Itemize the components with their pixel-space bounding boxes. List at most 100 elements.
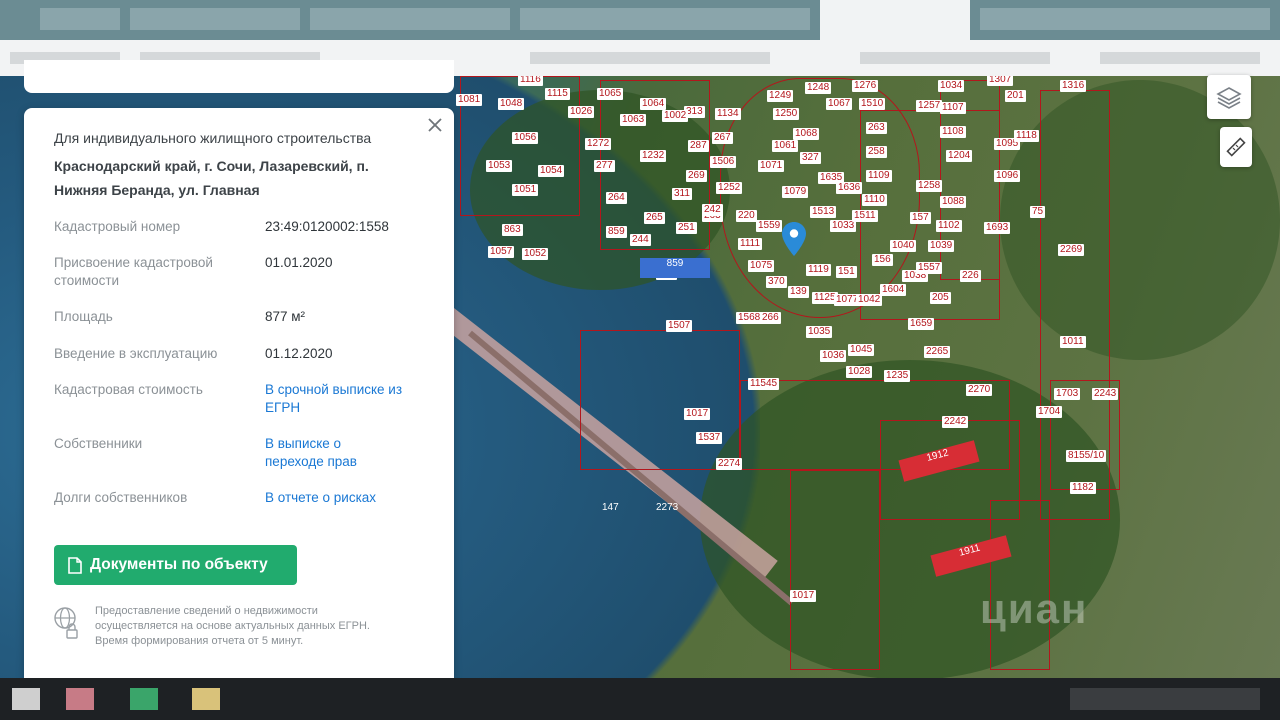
parcel-label: 139	[788, 286, 809, 298]
parcel-label: 11545	[748, 378, 780, 390]
documents-button[interactable]: Документы по объекту	[54, 545, 297, 585]
parcel-label: 1107	[940, 102, 966, 114]
building-label: 859	[666, 258, 684, 269]
parcel-label: 1119	[806, 264, 831, 276]
parcel-label: 1034	[938, 80, 965, 92]
parcel-label: 1108	[940, 126, 966, 138]
system-tray[interactable]	[1070, 688, 1260, 710]
parcel-label: 1557	[916, 262, 943, 274]
parcel-label: 1081	[456, 94, 483, 106]
parcel-label: 1067	[826, 98, 853, 110]
parcel-label: 1102	[936, 220, 962, 232]
taskbar	[0, 678, 1280, 720]
parcel-label: 1088	[940, 196, 967, 208]
urgent-extract-link[interactable]: В срочной выписке из ЕГРН	[265, 381, 435, 417]
parcel-label: 1316	[1060, 80, 1087, 92]
ruler-button[interactable]	[1220, 127, 1252, 167]
parcel-label: 157	[910, 212, 931, 224]
parcel-label: 863	[502, 224, 523, 236]
parcel-label: 265	[644, 212, 665, 224]
blurred-tab[interactable]	[310, 8, 510, 30]
blurred-nav[interactable]	[1100, 52, 1260, 64]
blurred-nav[interactable]	[860, 52, 1050, 64]
map-pin-icon[interactable]	[782, 222, 806, 256]
parcel-label: 1506	[710, 156, 737, 168]
parcel-label: 226	[960, 270, 981, 282]
parcel-label: 1054	[538, 165, 565, 177]
layers-button[interactable]	[1207, 75, 1251, 119]
parcel-label: 1017	[684, 408, 711, 420]
blurred-tab[interactable]	[980, 8, 1270, 30]
parcel-label: 1258	[916, 180, 943, 192]
row-key: Долги собственников	[54, 490, 188, 505]
parcel-label: 1510	[859, 98, 886, 110]
parcel-label: 242	[702, 204, 723, 216]
row-valuation-date: Присвоение кадастровой стоимости 01.01.2…	[54, 254, 434, 294]
taskbar-app[interactable]	[130, 688, 158, 710]
taskbar-app[interactable]	[66, 688, 94, 710]
parcel-label: 2274	[716, 458, 743, 470]
parcel-label: 1109	[866, 170, 892, 182]
parcel-label: 2265	[924, 346, 951, 358]
parcel-label: 147	[602, 502, 619, 513]
blurred-tab[interactable]	[520, 8, 810, 30]
risk-report-link[interactable]: В отчете о рисках	[265, 489, 435, 507]
parcel-outline	[580, 330, 740, 470]
parcel-label: 1118	[1014, 130, 1039, 142]
parcel-label: 1068	[793, 128, 820, 140]
cian-watermark: циан	[980, 585, 1089, 632]
parcel-label: 1272	[585, 138, 612, 150]
parcel-label: 266	[760, 312, 781, 324]
parcel-label: 264	[606, 192, 627, 204]
parcel-label: 1040	[890, 240, 917, 252]
blurred-tab[interactable]	[40, 8, 120, 30]
parcel-label: 267	[712, 132, 733, 144]
parcel-label: 1051	[512, 184, 539, 196]
row-key: Кадастровый номер	[54, 219, 181, 234]
taskbar-app[interactable]	[12, 688, 40, 710]
row-key: Собственники	[54, 436, 143, 451]
parcel-label: 859	[606, 226, 627, 238]
active-tab[interactable]	[820, 0, 970, 40]
transfer-extract-link[interactable]: В выписке о переходе прав	[265, 435, 395, 471]
parcel-label: 1513	[810, 206, 837, 218]
parcel-label: 1053	[486, 160, 513, 172]
parcel-label: 1507	[666, 320, 693, 332]
parcel-label: 201	[1005, 90, 1026, 102]
document-icon	[68, 556, 82, 574]
parcel-label: 1079	[782, 186, 809, 198]
taskbar-app[interactable]	[192, 688, 220, 710]
object-address: Краснодарский край, г. Сочи, Лазаревский…	[54, 158, 369, 198]
blurred-tab[interactable]	[130, 8, 300, 30]
parcel-label: 1036	[820, 350, 847, 362]
map-search-box[interactable]	[24, 60, 454, 93]
row-value: 01.01.2020	[265, 255, 333, 270]
parcel-label: 151	[836, 266, 857, 278]
parcel-label: 1204	[946, 150, 973, 162]
row-key: Кадастровая стоимость	[54, 382, 203, 397]
documents-button-label: Документы по объекту	[90, 556, 268, 573]
footnote-text: Предоставление сведений о недвижимости о…	[95, 605, 370, 647]
building-roof: 859	[640, 258, 710, 278]
parcel-label: 1110	[862, 194, 887, 206]
blurred-nav[interactable]	[530, 52, 770, 64]
browser-tabs-bar	[0, 0, 1280, 40]
parcel-label: 156	[872, 254, 893, 266]
parcel-label: 1249	[767, 90, 794, 102]
parcel-label: 1075	[748, 260, 775, 272]
parcel-label: 1011	[1060, 336, 1086, 348]
parcel-label: 1252	[716, 182, 743, 194]
row-owners: Собственники В выписке о переходе прав	[54, 435, 434, 475]
parcel-label: 1511	[852, 210, 878, 222]
parcel-label: 1057	[488, 246, 515, 258]
parcel-label: 1096	[994, 170, 1021, 182]
close-icon	[428, 118, 442, 132]
globe-lock-icon	[54, 607, 78, 639]
parcel-label: 1063	[620, 114, 647, 126]
parcel-label: 1065	[597, 88, 624, 100]
parcel-label: 244	[630, 234, 651, 246]
close-button[interactable]	[424, 114, 446, 136]
parcel-label: 1693	[984, 222, 1011, 234]
parcel-label: 1035	[806, 326, 833, 338]
parcel-label: 370	[766, 276, 787, 288]
